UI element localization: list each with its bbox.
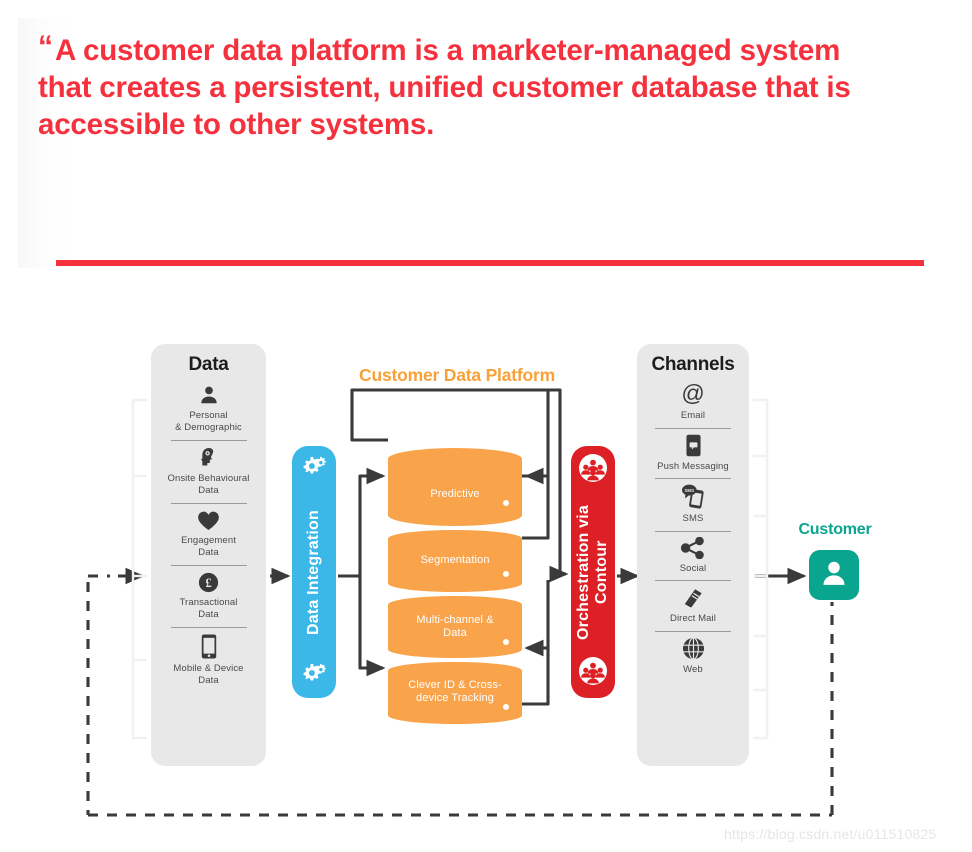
sms-icon: SMS (680, 484, 707, 509)
data-item-mobile-device[interactable]: Mobile & Device Data (151, 634, 266, 686)
svg-text:SMS: SMS (684, 488, 694, 493)
quote-block: “A customer data platform is a marketer-… (18, 18, 924, 268)
layer-dot (503, 500, 509, 506)
at-sign-icon: @ (681, 382, 705, 406)
customer-data-platform-stack: Predictive Segmentation Multi-channel & D… (388, 448, 522, 724)
data-item-onsite-behavioural[interactable]: Onsite Behavioural Data (151, 447, 266, 496)
divider (655, 427, 731, 429)
layer-dot (503, 704, 509, 710)
user-avatar-icon (819, 558, 849, 593)
channel-item-label: Social (679, 562, 707, 574)
layer-dot (503, 639, 509, 645)
data-bracket-rail (131, 398, 147, 740)
data-item-label: Mobile & Device Data (173, 663, 244, 686)
quote-text: “A customer data platform is a marketer-… (38, 32, 898, 143)
orchestration-pill[interactable]: Orchestration via Contour (571, 446, 615, 698)
channel-item-label: Push Messaging (657, 460, 729, 472)
channel-item-label: Direct Mail (670, 613, 716, 624)
data-integration-label: Data Integration (305, 509, 322, 635)
channels-bracket-rail (753, 398, 769, 740)
data-item-label: Transactional Data (179, 597, 238, 620)
cdp-title: Customer Data Platform (359, 365, 555, 385)
heart-icon (197, 510, 220, 531)
divider (655, 530, 731, 532)
pound-coin-icon: £ (198, 572, 219, 593)
data-panel: Data Personal & Demographic Onsite Behavi… (151, 344, 266, 766)
svg-text:£: £ (205, 576, 211, 590)
cdp-layer-label: Segmentation (420, 554, 490, 566)
data-integration-pill[interactable]: Data Integration (292, 446, 336, 698)
data-item-label: Personal & Demographic (175, 410, 242, 433)
push-notification-icon (685, 434, 701, 457)
data-item-personal[interactable]: Personal & Demographic (151, 384, 266, 433)
divider (170, 565, 247, 566)
cdp-layer-cleverid[interactable]: Clever ID & Cross-device Tracking (388, 662, 522, 724)
people-group-icon (578, 453, 608, 488)
cdp-layer-predictive[interactable]: Predictive (388, 448, 522, 526)
channel-item-label: Web (683, 663, 703, 675)
channel-item-social[interactable]: Social (637, 536, 749, 575)
divider (655, 580, 731, 581)
channel-item-sms[interactable]: SMS SMS (637, 484, 749, 525)
customer-label: Customer (798, 521, 872, 538)
globe-icon (682, 636, 705, 660)
direct-mail-icon (681, 586, 705, 609)
watermark: https://blog.csdn.net/u011510825 (724, 826, 937, 842)
customer-node[interactable] (809, 550, 859, 600)
channel-item-direct-mail[interactable]: Direct Mail (637, 586, 749, 625)
channel-item-label: Email (680, 410, 706, 421)
channel-item-web[interactable]: Web (637, 636, 749, 676)
mobile-phone-icon (201, 634, 217, 659)
data-item-transactional[interactable]: £ Transactional Data (151, 572, 266, 620)
cdp-architecture-diagram: Data Personal & Demographic Onsite Behavi… (0, 280, 972, 852)
share-social-icon (681, 536, 705, 559)
data-item-label: Engagement Data (181, 535, 236, 558)
divider (655, 478, 731, 479)
channels-panel-title: Channels (651, 354, 735, 375)
gears-icon (301, 455, 327, 482)
person-icon (198, 384, 220, 406)
head-brain-icon (199, 447, 219, 469)
channel-item-label: SMS (682, 513, 704, 524)
divider (170, 440, 247, 441)
channel-item-email[interactable]: @ Email (637, 382, 749, 422)
channel-item-push-messaging[interactable]: Push Messaging (637, 434, 749, 473)
cdp-layer-label: Clever ID & Cross-device Tracking (408, 679, 502, 704)
data-panel-title: Data (188, 354, 229, 375)
layer-dot (503, 571, 509, 577)
gears-icon (301, 662, 327, 689)
cylinder-body (388, 448, 522, 526)
people-group-icon (578, 656, 608, 691)
channels-panel: Channels @ Email Push Messaging SMS SMS … (637, 344, 749, 766)
divider (655, 630, 731, 632)
data-item-label: Onsite Behavioural Data (167, 473, 250, 496)
cdp-layer-segmentation[interactable]: Segmentation (388, 530, 522, 592)
svg-text:@: @ (681, 382, 704, 406)
quote-body: A customer data platform is a marketer-m… (38, 34, 851, 141)
data-item-engagement[interactable]: Engagement Data (151, 510, 266, 558)
divider (170, 503, 247, 504)
divider (170, 627, 247, 628)
orchestration-label: Orchestration via Contour (575, 504, 610, 640)
quote-divider-rule (56, 260, 924, 266)
cdp-layer-multichannel[interactable]: Multi-channel & Data (388, 596, 522, 658)
quote-mark-icon: “ (38, 30, 53, 63)
cdp-layer-label: Multi-channel & Data (416, 614, 494, 639)
cdp-layer-label: Predictive (430, 488, 480, 500)
